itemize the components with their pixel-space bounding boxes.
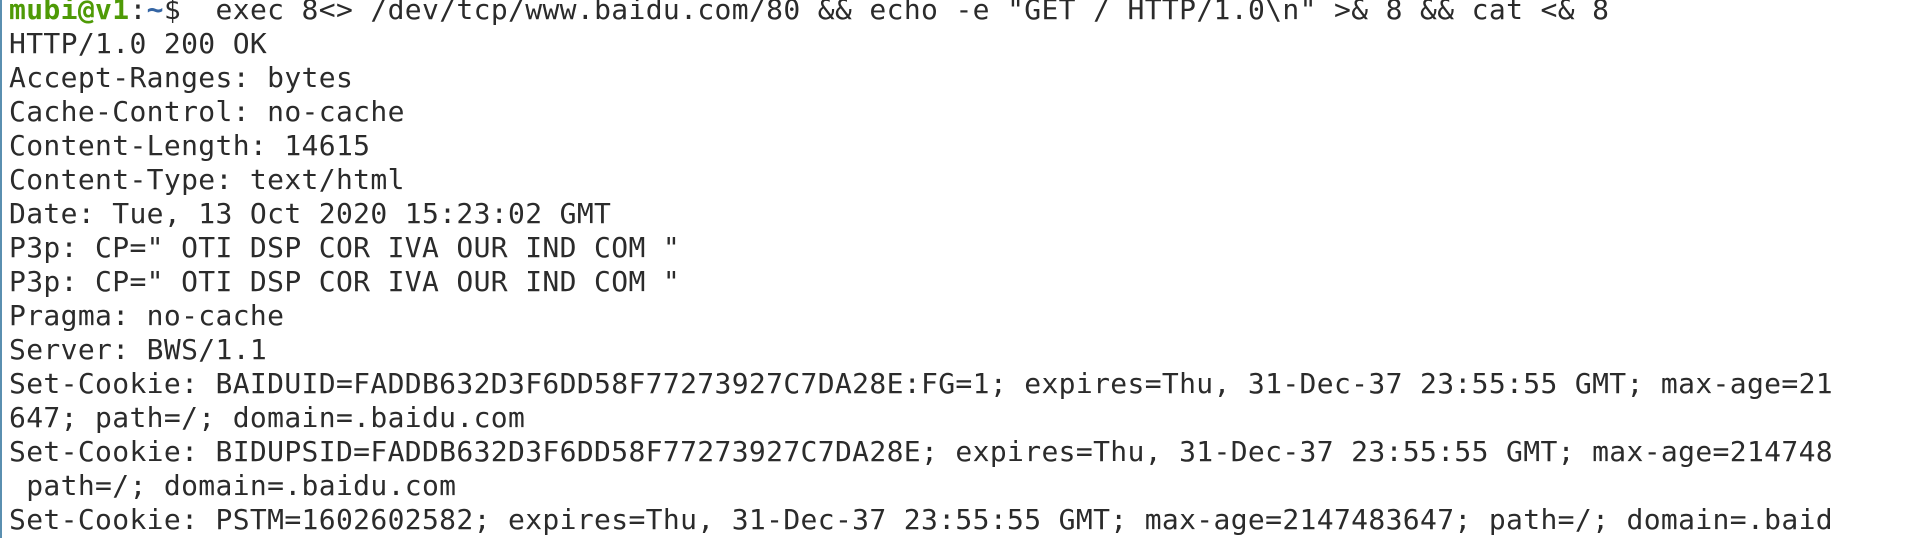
terminal-window[interactable]: mubi@v1:~$ exec 8<> /dev/tcp/www.baidu.c… [0, 0, 1914, 538]
output-line: 647; path=/; domain=.baidu.com [9, 401, 526, 434]
prompt-symbol: $ [163, 0, 182, 26]
output-line: path=/; domain=.baidu.com [9, 469, 457, 502]
terminal-output[interactable]: mubi@v1:~$ exec 8<> /dev/tcp/www.baidu.c… [9, 0, 1914, 537]
output-line: Set-Cookie: BAIDUID=FADDB632D3F6DD58F772… [9, 367, 1833, 400]
output-line: Cache-Control: no-cache [9, 95, 405, 128]
command-text: exec 8<> /dev/tcp/www.baidu.com/80 && ec… [181, 0, 1610, 26]
command-line: mubi@v1:~$ exec 8<> /dev/tcp/www.baidu.c… [9, 0, 1914, 27]
output-line: P3p: CP=" OTI DSP COR IVA OUR IND COM " [9, 231, 681, 264]
output-line: HTTP/1.0 200 OK [9, 27, 268, 60]
output-line: Set-Cookie: PSTM=1602602582; expires=Thu… [9, 503, 1833, 536]
output-line: Content-Length: 14615 [9, 129, 371, 162]
prompt-separator: : [129, 0, 147, 26]
output-line: Date: Tue, 13 Oct 2020 15:23:02 GMT [9, 197, 612, 230]
output-line: Pragma: no-cache [9, 299, 285, 332]
output-line: Accept-Ranges: bytes [9, 61, 354, 94]
prompt-user-host: mubi@v1 [9, 0, 130, 26]
output-line: Content-Type: text/html [9, 163, 405, 196]
output-line: Server: BWS/1.1 [9, 333, 268, 366]
prompt-path: ~ [146, 0, 164, 26]
output-line: P3p: CP=" OTI DSP COR IVA OUR IND COM " [9, 265, 681, 298]
output-line: Set-Cookie: BIDUPSID=FADDB632D3F6DD58F77… [9, 435, 1833, 468]
